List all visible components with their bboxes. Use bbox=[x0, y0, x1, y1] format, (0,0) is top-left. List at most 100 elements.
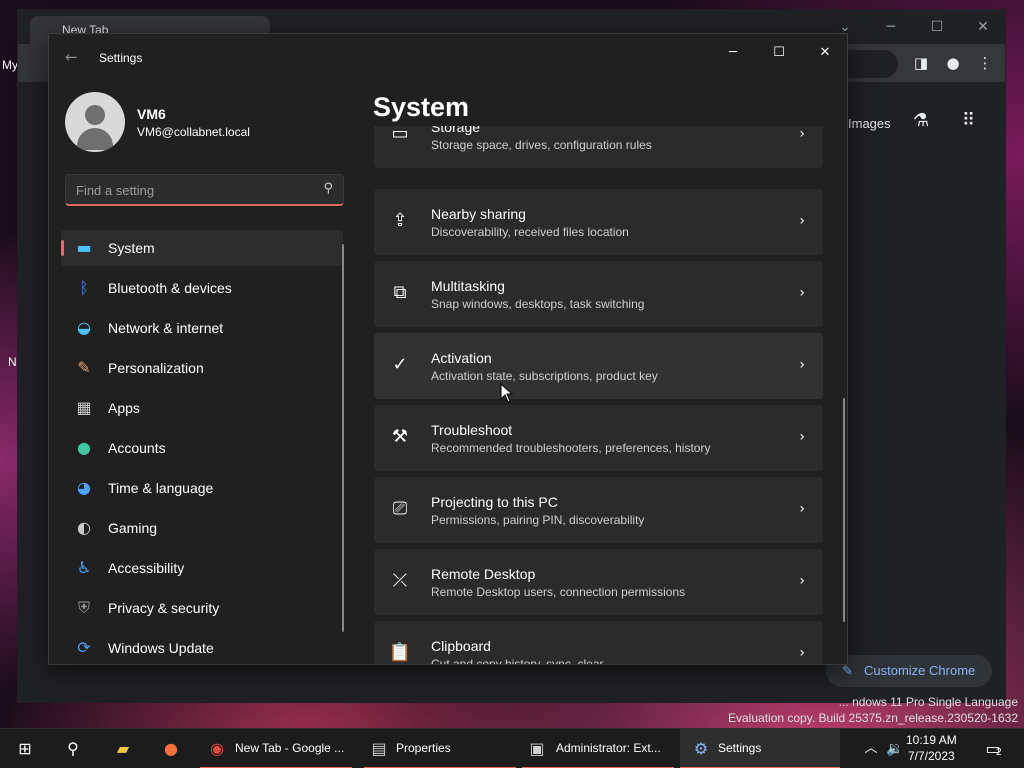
taskbar-item-admin-terminal[interactable]: ▣ Administrator: Ext... bbox=[522, 729, 674, 768]
settings-window: ← Settings ─ ☐ ✕ VM6 VM6@collabnet.local… bbox=[48, 33, 848, 665]
chevron-right-icon: › bbox=[799, 357, 805, 373]
maximize-icon[interactable]: ☐ bbox=[922, 16, 952, 38]
sidebar-item-gaming[interactable]: ◐ Gaming bbox=[61, 510, 343, 546]
projector-icon: ⎚ bbox=[392, 498, 408, 519]
taskbar-clock[interactable]: 10:19 AM 7/7/2023 bbox=[906, 732, 957, 764]
card-title: Storage bbox=[431, 126, 481, 135]
settings-card-activation[interactable]: ✓ Activation Activation state, subscript… bbox=[374, 333, 823, 399]
share-icon: ⇪ bbox=[392, 210, 408, 231]
desktop-icon-label-2[interactable]: N bbox=[8, 355, 17, 369]
sidebar-item-label: Personalization bbox=[108, 360, 204, 376]
search-input[interactable] bbox=[76, 181, 306, 199]
volume-button[interactable]: 🔉 bbox=[882, 729, 906, 768]
watermark-line-2: Evaluation copy. Build 25375.zn_release.… bbox=[728, 711, 1018, 725]
card-title: Projecting to this PC bbox=[431, 494, 558, 510]
profile-icon[interactable]: ● bbox=[942, 52, 964, 74]
brush-icon: ✎ bbox=[77, 358, 91, 377]
firefox-button[interactable]: ● bbox=[154, 729, 188, 768]
google-apps-icon[interactable]: ⠿ bbox=[962, 110, 975, 131]
card-description: Discoverability, received files location bbox=[431, 225, 629, 239]
maximize-button[interactable]: ☐ bbox=[756, 38, 802, 68]
update-icon: ⟳ bbox=[77, 638, 91, 657]
sidebar-item-time-language[interactable]: ◕ Time & language bbox=[61, 470, 343, 506]
search-icon[interactable]: ⚲ bbox=[323, 181, 333, 196]
page-title: System bbox=[373, 92, 470, 122]
sidebar-item-accessibility[interactable]: ♿ Accessibility bbox=[61, 550, 343, 586]
taskbar-item-label: Properties bbox=[396, 741, 451, 755]
back-arrow-icon[interactable]: ← bbox=[65, 48, 78, 66]
sidebar-scrollbar[interactable] bbox=[342, 244, 344, 632]
user-profile[interactable]: VM6 VM6@collabnet.local bbox=[65, 92, 345, 154]
settings-card-multitasking[interactable]: ⧉ Multitasking Snap windows, desktops, t… bbox=[374, 261, 823, 327]
apps-icon: ▦ bbox=[76, 398, 92, 417]
settings-card-troubleshoot[interactable]: ⚒ Troubleshoot Recommended troubleshoote… bbox=[374, 405, 823, 471]
card-description: Recommended troubleshooters, preferences… bbox=[431, 441, 711, 455]
start-button[interactable]: ⊞ bbox=[10, 729, 40, 768]
search-icon: ⚲ bbox=[67, 739, 79, 758]
more-menu-icon[interactable]: ⋮ bbox=[974, 52, 996, 74]
minimize-button[interactable]: ─ bbox=[710, 38, 756, 68]
settings-card-projecting[interactable]: ⎚ Projecting to this PC Permissions, pai… bbox=[374, 477, 823, 543]
taskbar-item-chrome[interactable]: ◉ New Tab - Google ... bbox=[200, 729, 352, 768]
chevron-right-icon: › bbox=[799, 501, 805, 517]
taskbar-item-label: Administrator: Ext... bbox=[556, 741, 661, 755]
storage-icon: ▭ bbox=[391, 126, 409, 144]
chevron-right-icon: › bbox=[799, 429, 805, 445]
card-title: Clipboard bbox=[431, 638, 491, 654]
card-title: Remote Desktop bbox=[431, 566, 536, 582]
mouse-cursor-icon bbox=[500, 383, 514, 403]
customize-chrome-button[interactable]: ✎ Customize Chrome bbox=[826, 655, 992, 687]
show-hidden-icons-button[interactable]: ︿ bbox=[858, 729, 882, 768]
title-bar: ← Settings ─ ☐ ✕ bbox=[49, 34, 847, 82]
avatar-head bbox=[85, 105, 105, 125]
chevron-up-icon: ︿ bbox=[864, 741, 878, 756]
sidebar-item-label: Bluetooth & devices bbox=[108, 280, 232, 296]
taskbar-item-settings[interactable]: ⚙ Settings bbox=[680, 729, 840, 768]
sidebar-item-accounts[interactable]: ● Accounts bbox=[61, 430, 343, 466]
settings-card-nearby-sharing[interactable]: ⇪ Nearby sharing Discoverability, receiv… bbox=[374, 189, 823, 255]
taskbar-item-properties[interactable]: ▤ Properties bbox=[364, 729, 516, 768]
wrench-icon: ⚒ bbox=[391, 426, 409, 447]
close-button[interactable]: ✕ bbox=[802, 38, 847, 68]
sidebar-item-personalization[interactable]: ✎ Personalization bbox=[61, 350, 343, 386]
settings-card-clipboard[interactable]: 📋 Clipboard Cut and copy history, sync, … bbox=[374, 621, 823, 665]
sidebar-item-privacy[interactable]: ⛨ Privacy & security bbox=[61, 590, 343, 626]
search-button[interactable]: ⚲ bbox=[58, 729, 88, 768]
chrome-icon: ◉ bbox=[210, 739, 224, 758]
sidebar-item-system[interactable]: ▬ System bbox=[61, 230, 343, 266]
firefox-icon: ● bbox=[164, 739, 178, 758]
minimize-icon[interactable]: ─ bbox=[876, 16, 906, 38]
side-panel-icon[interactable]: ◨ bbox=[910, 52, 932, 74]
sidebar-item-network[interactable]: ◒ Network & internet bbox=[61, 310, 343, 346]
card-description: Remote Desktop users, connection permiss… bbox=[431, 585, 686, 599]
settings-card-storage[interactable]: ▭ Storage Storage space, drives, configu… bbox=[374, 126, 823, 168]
card-description: Cut and copy history, sync, clear bbox=[431, 657, 604, 665]
sidebar-item-bluetooth[interactable]: ᛒ Bluetooth & devices bbox=[61, 270, 343, 306]
sidebar-item-label: Apps bbox=[108, 400, 140, 416]
settings-gear-icon: ⚙ bbox=[693, 739, 709, 758]
close-icon[interactable]: ✕ bbox=[968, 16, 998, 38]
content-scrollbar[interactable] bbox=[843, 398, 845, 622]
notifications-button[interactable]: ▭ 2 bbox=[978, 729, 1012, 768]
notification-count-badge: 2 bbox=[996, 747, 1002, 758]
multitasking-icon: ⧉ bbox=[393, 282, 407, 303]
desktop-icon-label[interactable]: My bbox=[2, 58, 18, 72]
labs-flask-icon[interactable]: ⚗ bbox=[913, 110, 929, 131]
sidebar-item-label: Accounts bbox=[108, 440, 166, 456]
remote-desktop-icon: ⤫ bbox=[392, 570, 408, 591]
sidebar-nav: ▬ System ᛒ Bluetooth & devices ◒ Network… bbox=[61, 230, 343, 664]
file-explorer-button[interactable]: ▰ bbox=[106, 729, 140, 768]
user-email: VM6@collabnet.local bbox=[137, 125, 250, 139]
taskbar: ⊞ ⚲ ▰ ● ◉ New Tab - Google ... ▤ Propert… bbox=[0, 728, 1024, 768]
search-box[interactable]: ⚲ bbox=[65, 174, 344, 206]
clipboard-icon: 📋 bbox=[388, 642, 412, 663]
person-icon: ● bbox=[77, 438, 91, 457]
sidebar-item-label: Privacy & security bbox=[108, 600, 220, 616]
card-title: Troubleshoot bbox=[431, 422, 513, 438]
chevron-right-icon: › bbox=[799, 645, 805, 661]
sidebar-item-windows-update[interactable]: ⟳ Windows Update bbox=[61, 630, 343, 664]
settings-card-remote-desktop[interactable]: ⤫ Remote Desktop Remote Desktop users, c… bbox=[374, 549, 823, 615]
images-link[interactable]: Images bbox=[848, 116, 891, 131]
sidebar-item-apps[interactable]: ▦ Apps bbox=[61, 390, 343, 426]
chevron-right-icon: › bbox=[799, 285, 805, 301]
